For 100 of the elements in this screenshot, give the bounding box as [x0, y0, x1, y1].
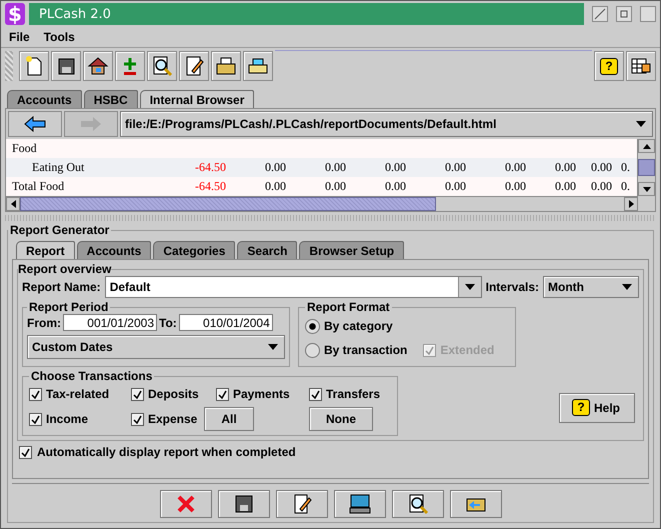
toolbar-grip[interactable] [5, 51, 13, 81]
table-cell-text: 0.00 [504, 160, 527, 175]
preview-button[interactable] [392, 490, 444, 518]
radio-button[interactable] [305, 318, 320, 334]
from-date-field[interactable]: 001/01/2003 [63, 314, 157, 331]
tab[interactable]: Report [16, 241, 75, 259]
checkbox[interactable] [309, 388, 322, 400]
folder-icon [215, 56, 237, 76]
table-cell-text: 0.00 [590, 160, 613, 175]
table-cell-text: 0. [620, 179, 631, 194]
radio-label: By transaction [324, 343, 408, 357]
square-icon [620, 10, 628, 18]
table-cell-text: Food [11, 141, 38, 156]
open-button[interactable] [211, 51, 241, 81]
panel-title: Report Generator [9, 223, 110, 237]
save-button[interactable] [51, 51, 81, 81]
floppy-icon [56, 56, 76, 76]
close-button[interactable] [640, 6, 656, 22]
new-document-button[interactable] [19, 51, 49, 81]
menu-item[interactable]: File [9, 30, 30, 44]
arrow-up-icon [642, 144, 650, 148]
vertical-scrollbar[interactable] [637, 139, 655, 196]
search-button[interactable] [147, 51, 177, 81]
add-button[interactable] [115, 51, 145, 81]
table-cell-text: 0.00 [504, 179, 527, 194]
horizontal-scrollbar[interactable] [6, 196, 638, 211]
tab[interactable]: Accounts [76, 241, 152, 259]
app-logo: $ [5, 3, 25, 25]
house-icon [87, 56, 109, 76]
radio-label: By category [324, 319, 393, 333]
group-title: Choose Transactions [30, 369, 154, 383]
to-date-field[interactable]: 010/01/2004 [178, 314, 273, 331]
table-cell-text: 0. [620, 160, 631, 175]
left-arrow-icon [23, 116, 47, 132]
home-button[interactable] [83, 51, 113, 81]
maximize-button[interactable] [616, 6, 632, 22]
checkbox-label: Tax-related [46, 387, 110, 401]
table-cell-text: 0.00 [444, 179, 467, 194]
radio-button[interactable] [305, 342, 320, 358]
table-cell-text: 0.00 [444, 160, 467, 175]
field-label: From: [27, 316, 61, 330]
search-icon [151, 55, 173, 77]
floppy-icon [232, 493, 254, 515]
select-all-button[interactable]: All [204, 407, 254, 431]
edit-button[interactable] [276, 490, 328, 518]
date-range-combo[interactable]: Custom Dates [27, 335, 285, 359]
checkbox-label: Deposits [148, 387, 199, 401]
arrow-down-icon [642, 186, 650, 192]
tab[interactable]: Browser Setup [299, 241, 404, 259]
help-icon: ? [572, 399, 590, 416]
load-button[interactable] [450, 490, 502, 518]
caret-down-icon [636, 121, 646, 127]
field-label: To: [159, 316, 177, 330]
intervals-combo[interactable]: Month [543, 276, 639, 298]
checkbox[interactable] [29, 412, 42, 426]
help-button[interactable]: ? [594, 51, 624, 81]
checkbox[interactable] [131, 412, 144, 426]
menu-item[interactable]: Tools [44, 30, 75, 44]
search-icon [406, 493, 428, 515]
tab[interactable]: Search [237, 241, 298, 259]
help-icon: ? [600, 58, 618, 74]
right-arrow-icon [79, 116, 103, 132]
table-cell-text: -64.50 [194, 179, 227, 194]
table-cell-text: 0.00 [264, 179, 287, 194]
report-name-combo[interactable]: Default [104, 276, 482, 298]
save-button[interactable] [218, 490, 270, 518]
cancel-button[interactable] [160, 490, 212, 518]
plus-icon [121, 56, 139, 76]
checkbox[interactable] [216, 388, 229, 400]
checkbox[interactable] [29, 388, 42, 400]
minimize-button[interactable] [592, 6, 608, 22]
table-cell-text: 0.00 [384, 160, 407, 175]
field-label: Intervals: [486, 280, 539, 294]
checkbox-label: Transfers [326, 387, 380, 401]
table-cell-text: 0.00 [324, 160, 347, 175]
pencil-page-icon [184, 55, 204, 77]
print-button[interactable] [243, 51, 273, 81]
select-none-button[interactable]: None [309, 407, 373, 431]
checkbox-label: Income [46, 412, 88, 426]
checkbox[interactable] [131, 388, 144, 400]
field-label: Report Name: [22, 280, 101, 294]
help-button[interactable]: ? Help [558, 392, 635, 422]
tab[interactable]: Internal Browser [140, 90, 254, 108]
checkbox[interactable] [19, 446, 32, 458]
tab[interactable]: Categories [153, 241, 236, 259]
table-cell-text: 0.00 [264, 160, 287, 175]
address-combo[interactable]: file:/E:/Programs/PLCash/.PLCash/reportDocuments/Default.html [120, 111, 653, 137]
arrow-right-icon [628, 200, 634, 208]
table-cell-text: 0.00 [590, 179, 613, 194]
back-button[interactable] [8, 111, 62, 137]
edit-button[interactable] [179, 51, 209, 81]
tab[interactable]: Accounts [7, 90, 82, 108]
caret-down-icon [268, 344, 278, 350]
new-document-icon [24, 55, 44, 77]
run-button[interactable] [334, 490, 386, 518]
tab[interactable]: HSBC [84, 90, 138, 108]
table-cell-text: -64.50 [194, 160, 227, 175]
group-title: Report Period [28, 300, 110, 314]
window-title: PLCash 2.0 [39, 6, 111, 22]
tools-button[interactable] [626, 51, 656, 81]
